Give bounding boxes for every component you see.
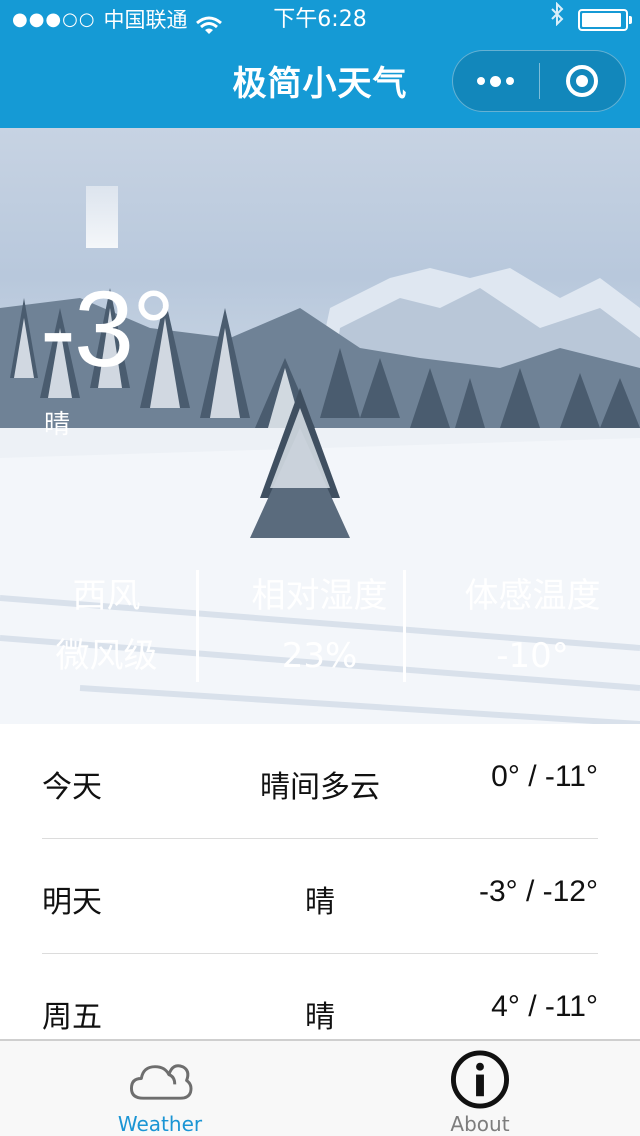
mini-program-capsule: [452, 50, 626, 112]
bluetooth-icon: [550, 0, 564, 40]
feels-like-stat: 体感温度 -10°: [426, 570, 639, 682]
status-bar: ●●●○○ 中国联通 下午6:28: [0, 0, 640, 40]
wind-stat: 西风 微风级: [0, 570, 213, 682]
info-icon: [450, 1050, 510, 1109]
humidity-value: 23%: [281, 636, 358, 676]
forecast-range: -3° / -12°: [478, 875, 598, 908]
more-button[interactable]: [453, 51, 539, 111]
feels-like-label: 体感温度: [464, 576, 601, 616]
stat-divider: [403, 570, 406, 682]
target-icon: [566, 65, 599, 97]
status-right: [550, 0, 632, 40]
forecast-row: 明天 晴 -3° / -12°: [42, 839, 598, 954]
forecast-range: 0° / -11°: [491, 760, 598, 793]
wind-level: 微风级: [55, 636, 158, 676]
battery-icon: [578, 9, 632, 31]
feels-like-value: -10°: [496, 636, 569, 676]
top-bar: ●●●○○ 中国联通 下午6:28 极简小天气: [0, 0, 640, 128]
tab-weather[interactable]: Weather: [0, 1041, 320, 1136]
cloud-icon: [129, 1064, 193, 1100]
tab-about[interactable]: About: [320, 1041, 640, 1136]
weather-stats: 西风 微风级 相对湿度 23% 体感温度 -10°: [0, 570, 640, 682]
tab-weather-label: Weather: [117, 1112, 203, 1136]
humidity-label: 相对湿度: [251, 576, 388, 616]
status-time: 下午6:28: [273, 7, 367, 32]
battery-fill: [582, 13, 621, 27]
wind-direction: 西风: [72, 576, 141, 616]
tab-bar: Weather About: [0, 1039, 640, 1136]
close-mini-program-button[interactable]: [540, 51, 626, 111]
more-icon: [477, 75, 515, 87]
humidity-stat: 相对湿度 23%: [213, 570, 426, 682]
forecast-range: 4° / -11°: [491, 990, 598, 1023]
weather-screen: ●●●○○ 中国联通 下午6:28 极简小天气 -3° 晴 西风 微风级 相对湿…: [0, 0, 640, 1136]
forecast-row: 今天 晴间多云 0° / -11°: [42, 724, 598, 839]
current-temperature: -3°: [40, 268, 175, 389]
tab-about-label: About: [450, 1112, 510, 1136]
forecast-list: 今天 晴间多云 0° / -11° 明天 晴 -3° / -12° 周五 晴 4…: [0, 724, 640, 1040]
forecast-row: 周五 晴 4° / -11°: [42, 954, 598, 1040]
stat-divider: [196, 570, 199, 682]
location-placeholder: [86, 186, 118, 248]
current-condition: 晴: [44, 410, 71, 440]
weather-hero: -3° 晴 西风 微风级 相对湿度 23% 体感温度 -10°: [0, 128, 640, 724]
